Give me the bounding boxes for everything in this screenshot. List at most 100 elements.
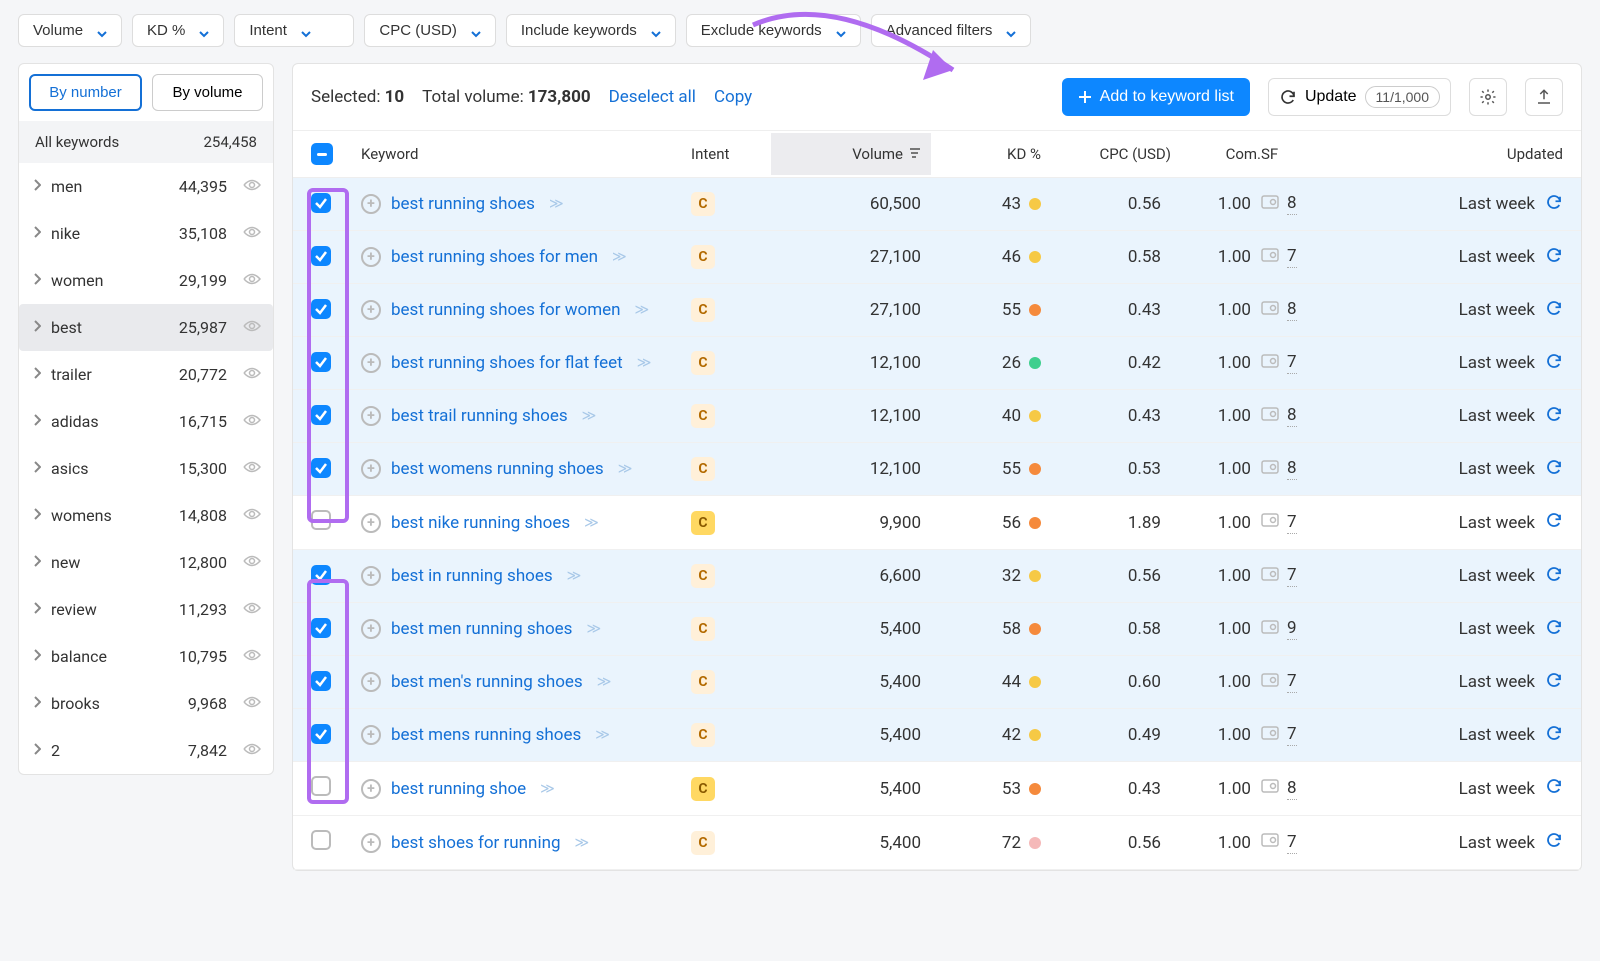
serp-features-icon[interactable] [1261, 619, 1279, 640]
copy-link[interactable]: Copy [714, 87, 752, 107]
sidebar-item-2[interactable]: 2 7,842 [19, 727, 273, 774]
filter-exclude[interactable]: Exclude keywords [686, 14, 861, 47]
expand-icon[interactable]: + [361, 300, 381, 320]
row-checkbox[interactable] [311, 565, 331, 585]
col-keyword[interactable]: Keyword [361, 145, 691, 163]
expand-icon[interactable]: + [361, 513, 381, 533]
keyword-link[interactable]: best trail running shoes [391, 406, 568, 426]
serp-features-icon[interactable] [1261, 566, 1279, 587]
eye-icon[interactable] [243, 319, 261, 337]
row-checkbox[interactable] [311, 193, 331, 213]
expand-icon[interactable]: + [361, 459, 381, 479]
sidebar-item-adidas[interactable]: adidas 16,715 [19, 398, 273, 445]
serp-features-icon[interactable] [1261, 725, 1279, 746]
filter-intent[interactable]: Intent [234, 14, 354, 47]
eye-icon[interactable] [243, 178, 261, 196]
serp-features-icon[interactable] [1261, 353, 1279, 374]
serp-features-icon[interactable] [1261, 778, 1279, 799]
eye-icon[interactable] [243, 225, 261, 243]
sidebar-all-keywords[interactable]: All keywords 254,458 [19, 121, 273, 163]
sidebar-item-balance[interactable]: balance 10,795 [19, 633, 273, 680]
keyword-link[interactable]: best running shoes for women [391, 300, 621, 320]
filter-include[interactable]: Include keywords [506, 14, 676, 47]
keyword-link[interactable]: best shoes for running [391, 833, 561, 853]
select-all-checkbox[interactable] [311, 143, 333, 165]
eye-icon[interactable] [243, 460, 261, 478]
eye-icon[interactable] [243, 648, 261, 666]
refresh-row-icon[interactable] [1545, 565, 1563, 588]
serp-features-icon[interactable] [1261, 512, 1279, 533]
row-checkbox[interactable] [311, 776, 331, 796]
col-volume[interactable]: Volume [771, 133, 931, 175]
expand-icon[interactable]: + [361, 406, 381, 426]
serp-features-icon[interactable] [1261, 300, 1279, 321]
eye-icon[interactable] [243, 554, 261, 572]
sidebar-item-asics[interactable]: asics 15,300 [19, 445, 273, 492]
eye-icon[interactable] [243, 601, 261, 619]
update-button[interactable]: Update 11/1,000 [1268, 78, 1451, 116]
row-checkbox[interactable] [311, 618, 331, 638]
serp-features-icon[interactable] [1261, 459, 1279, 480]
expand-icon[interactable]: + [361, 725, 381, 745]
refresh-row-icon[interactable] [1545, 193, 1563, 216]
serp-features-icon[interactable] [1261, 832, 1279, 853]
keyword-link[interactable]: best womens running shoes [391, 459, 604, 479]
col-cpc[interactable]: CPC (USD) [1041, 145, 1171, 163]
sidebar-item-best[interactable]: best 25,987 [19, 304, 273, 351]
sidebar-item-brooks[interactable]: brooks 9,968 [19, 680, 273, 727]
tab-by-volume[interactable]: By volume [152, 74, 263, 111]
keyword-link[interactable]: best nike running shoes [391, 513, 570, 533]
eye-icon[interactable] [243, 507, 261, 525]
col-updated[interactable]: Updated [1341, 145, 1563, 163]
row-checkbox[interactable] [311, 458, 331, 478]
filter-advanced[interactable]: Advanced filters [871, 14, 1032, 47]
eye-icon[interactable] [243, 695, 261, 713]
row-checkbox[interactable] [311, 510, 331, 530]
tab-by-number[interactable]: By number [29, 74, 142, 111]
col-sf[interactable]: SF [1261, 145, 1341, 163]
refresh-row-icon[interactable] [1545, 724, 1563, 747]
keyword-link[interactable]: best mens running shoes [391, 725, 581, 745]
refresh-row-icon[interactable] [1545, 511, 1563, 534]
expand-icon[interactable]: + [361, 672, 381, 692]
refresh-row-icon[interactable] [1545, 246, 1563, 269]
row-checkbox[interactable] [311, 830, 331, 850]
col-com[interactable]: Com. [1171, 145, 1261, 163]
deselect-all-link[interactable]: Deselect all [609, 87, 696, 107]
col-intent[interactable]: Intent [691, 145, 771, 163]
keyword-link[interactable]: best running shoes [391, 194, 535, 214]
row-checkbox[interactable] [311, 352, 331, 372]
sidebar-item-womens[interactable]: womens 14,808 [19, 492, 273, 539]
refresh-row-icon[interactable] [1545, 831, 1563, 854]
sidebar-item-trailer[interactable]: trailer 20,772 [19, 351, 273, 398]
row-checkbox[interactable] [311, 246, 331, 266]
keyword-link[interactable]: best men's running shoes [391, 672, 583, 692]
export-button[interactable] [1525, 78, 1563, 116]
sidebar-item-men[interactable]: men 44,395 [19, 163, 273, 210]
sidebar-item-women[interactable]: women 29,199 [19, 257, 273, 304]
settings-button[interactable] [1469, 78, 1507, 116]
keyword-link[interactable]: best in running shoes [391, 566, 553, 586]
refresh-row-icon[interactable] [1545, 299, 1563, 322]
filter-cpc[interactable]: CPC (USD) [364, 14, 496, 47]
expand-icon[interactable]: + [361, 566, 381, 586]
serp-features-icon[interactable] [1261, 194, 1279, 215]
expand-icon[interactable]: + [361, 619, 381, 639]
serp-features-icon[interactable] [1261, 247, 1279, 268]
serp-features-icon[interactable] [1261, 406, 1279, 427]
refresh-row-icon[interactable] [1545, 352, 1563, 375]
keyword-link[interactable]: best men running shoes [391, 619, 572, 639]
refresh-row-icon[interactable] [1545, 777, 1563, 800]
col-kd[interactable]: KD % [931, 145, 1041, 163]
keyword-link[interactable]: best running shoes for men [391, 247, 598, 267]
keyword-link[interactable]: best running shoes for flat feet [391, 353, 623, 373]
refresh-row-icon[interactable] [1545, 458, 1563, 481]
refresh-row-icon[interactable] [1545, 405, 1563, 428]
expand-icon[interactable]: + [361, 779, 381, 799]
expand-icon[interactable]: + [361, 353, 381, 373]
row-checkbox[interactable] [311, 299, 331, 319]
sidebar-item-nike[interactable]: nike 35,108 [19, 210, 273, 257]
add-to-keyword-list-button[interactable]: Add to keyword list [1062, 78, 1250, 116]
row-checkbox[interactable] [311, 405, 331, 425]
eye-icon[interactable] [243, 742, 261, 760]
